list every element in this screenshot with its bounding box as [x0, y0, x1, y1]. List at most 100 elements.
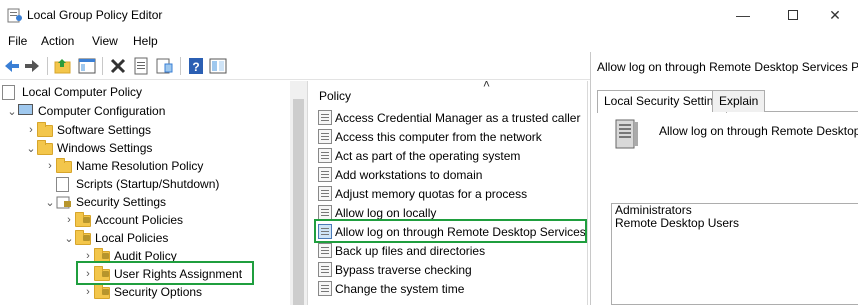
chevron-right-icon[interactable]: › [25, 124, 37, 136]
policy-row[interactable]: Act as part of the operating system [318, 146, 520, 165]
list-item[interactable]: Remote Desktop Users [612, 217, 858, 230]
tree-item-label: Name Resolution Policy [76, 159, 204, 173]
tree-item-label: Security Settings [76, 195, 167, 209]
title-bar: Local Group Policy Editor — ✕ [0, 0, 858, 30]
window-title: Local Group Policy Editor [27, 8, 163, 22]
tree-item-local-policies[interactable]: ⌄ Local Policies [63, 229, 168, 247]
policy-description: Allow log on through Remote Desktop [659, 124, 858, 138]
tree-item-label: Windows Settings [57, 141, 153, 155]
tree-item-label: Security Options [114, 285, 203, 299]
toolbar-separator [102, 57, 103, 75]
properties-dialog: Allow log on through Remote Desktop Serv… [590, 52, 858, 305]
locked-folder-icon [75, 212, 91, 227]
policy-icon [318, 205, 332, 220]
scrollbar-thumb[interactable] [293, 99, 304, 305]
menu-bar: File Action View Help [0, 30, 858, 52]
menu-action[interactable]: Action [41, 34, 74, 48]
app-icon [7, 8, 22, 23]
tree-item-account-policies[interactable]: › Account Policies [63, 211, 183, 229]
tree-item-label: Scripts (Startup/Shutdown) [76, 177, 220, 191]
tree-scrollbar[interactable] [290, 81, 307, 305]
script-icon [56, 177, 72, 192]
help-icon[interactable]: ? [186, 56, 206, 76]
policy-label: Act as part of the operating system [335, 148, 521, 163]
chevron-right-icon[interactable]: › [82, 286, 94, 298]
dialog-title: Allow log on through Remote Desktop Serv… [597, 60, 858, 74]
policy-icon [318, 129, 332, 144]
export-list-icon[interactable] [154, 56, 174, 76]
tree-item-security-settings[interactable]: ⌄ Security Settings [44, 193, 166, 211]
chevron-down-icon[interactable]: ⌄ [63, 232, 75, 245]
folder-icon [37, 140, 53, 155]
minimize-icon[interactable]: — [720, 0, 766, 30]
tree-item-label: Local Computer Policy [22, 85, 143, 99]
menu-view[interactable]: View [92, 34, 118, 48]
policy-icon [318, 186, 332, 201]
policy-icon [318, 148, 332, 163]
chevron-right-icon[interactable]: › [44, 160, 56, 172]
policy-label: Bypass traverse checking [335, 262, 472, 277]
selection-highlight [314, 219, 587, 243]
policy-label: Access this computer from the network [335, 129, 542, 144]
policy-icon [318, 167, 332, 182]
close-icon[interactable]: ✕ [812, 0, 858, 30]
policy-label: Back up files and directories [335, 243, 486, 258]
tab-local-security-setting[interactable]: Local Security Setting [597, 90, 728, 113]
delete-icon[interactable] [108, 56, 128, 76]
locked-folder-icon [94, 284, 110, 299]
tree-item-label: Computer Configuration [38, 104, 166, 118]
policy-root-icon [2, 85, 18, 100]
tree-item-scripts[interactable]: Scripts (Startup/Shutdown) [44, 175, 219, 193]
sort-ascending-icon[interactable]: ˄ [483, 81, 490, 91]
policy-row[interactable]: Add workstations to domain [318, 165, 482, 184]
svg-text:?: ? [192, 60, 199, 74]
console-tree[interactable]: Local Computer Policy ⌄ Computer Configu… [0, 81, 308, 305]
server-icon [615, 119, 638, 149]
policy-row[interactable]: Adjust memory quotas for a process [318, 184, 527, 203]
properties-icon[interactable] [131, 56, 151, 76]
policy-icon [318, 243, 332, 258]
members-list[interactable]: Administrators Remote Desktop Users [611, 203, 858, 305]
toolbar-separator [47, 57, 48, 75]
column-header-policy[interactable]: Policy [319, 89, 351, 103]
policy-row[interactable]: Bypass traverse checking [318, 260, 472, 279]
tree-item-windows-settings[interactable]: ⌄ Windows Settings [25, 139, 152, 157]
tab-explain[interactable]: Explain [712, 90, 766, 112]
policy-icon [318, 281, 332, 296]
policy-list[interactable]: ˄ Policy Access Credential Manager as a … [310, 81, 588, 305]
tree-item-security-options[interactable]: › Security Options [82, 283, 202, 301]
folder-icon [56, 158, 72, 173]
policy-icon [318, 262, 332, 277]
tree-item-name-resolution-policy[interactable]: › Name Resolution Policy [44, 157, 203, 175]
forward-icon[interactable] [22, 56, 42, 76]
policy-row[interactable]: Change the system time [318, 279, 464, 298]
policy-label: Access Credential Manager as a trusted c… [335, 110, 581, 125]
computer-icon [18, 104, 34, 118]
policy-label: Change the system time [335, 281, 465, 296]
policy-icon [318, 110, 332, 125]
chevron-down-icon[interactable]: ⌄ [6, 105, 18, 118]
policy-label: Allow log on locally [335, 205, 437, 220]
policy-label: Adjust memory quotas for a process [335, 186, 528, 201]
filter-view-icon[interactable] [208, 56, 228, 76]
menu-help[interactable]: Help [133, 34, 158, 48]
menu-file[interactable]: File [8, 34, 27, 48]
tree-item-software-settings[interactable]: › Software Settings [25, 121, 151, 139]
show-hide-tree-icon[interactable] [77, 56, 97, 76]
chevron-right-icon[interactable]: › [63, 214, 75, 226]
selection-highlight [76, 261, 254, 285]
chevron-down-icon[interactable]: ⌄ [44, 196, 56, 209]
security-icon [56, 195, 72, 209]
tab-strip: Local Security Setting Explain [597, 90, 858, 113]
locked-folder-icon [75, 230, 91, 245]
up-folder-icon[interactable] [53, 56, 73, 76]
maximize-icon[interactable] [770, 0, 816, 30]
policy-row[interactable]: Back up files and directories [318, 241, 485, 260]
policy-row[interactable]: Access this computer from the network [318, 127, 542, 146]
tree-item-label: Software Settings [57, 123, 152, 137]
tree-item-local-computer-policy[interactable]: Local Computer Policy [2, 83, 142, 101]
tree-item-computer-configuration[interactable]: ⌄ Computer Configuration [6, 102, 165, 120]
policy-row[interactable]: Access Credential Manager as a trusted c… [318, 108, 580, 127]
back-icon[interactable] [2, 56, 22, 76]
chevron-down-icon[interactable]: ⌄ [25, 142, 37, 155]
